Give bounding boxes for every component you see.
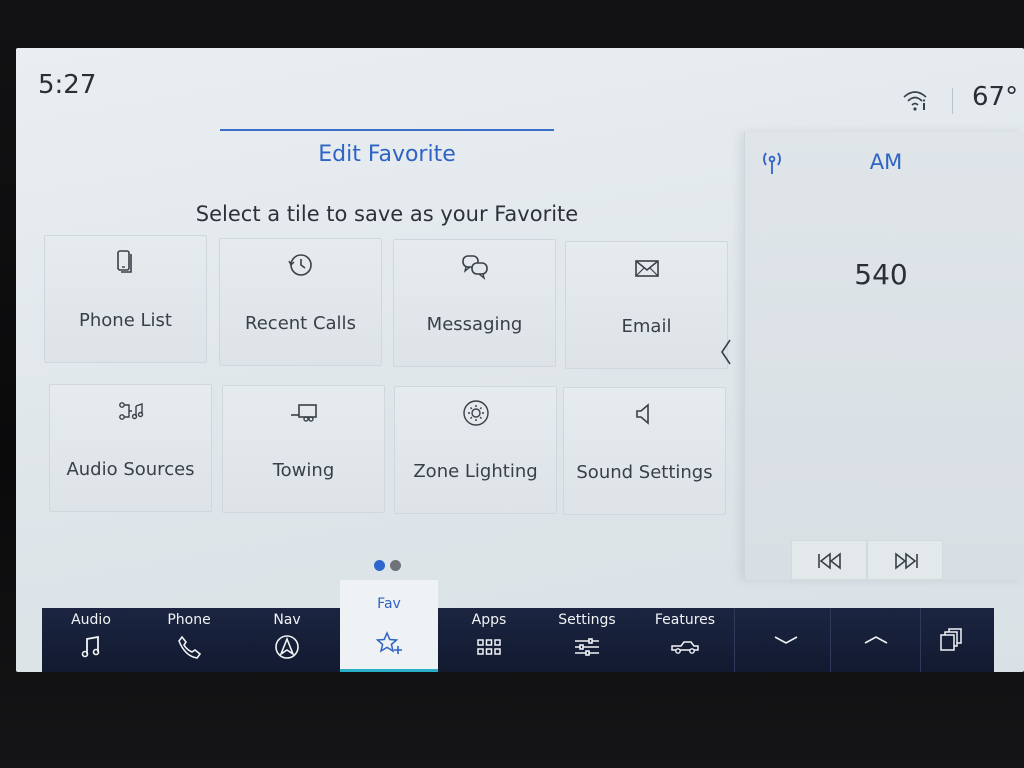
page-indicator: [374, 560, 414, 572]
nav-phone[interactable]: Phone: [140, 608, 238, 672]
wifi-icon: [903, 91, 927, 111]
page-dot[interactable]: [390, 560, 401, 571]
nav-label: Nav: [273, 612, 301, 628]
phone-list-icon: [116, 250, 132, 273]
tile-label: Email: [621, 316, 672, 337]
status-divider: [952, 88, 953, 114]
tile-sound-settings[interactable]: Sound Settings: [563, 387, 726, 515]
tile-audio-sources[interactable]: Audio Sources: [49, 384, 212, 512]
nav-label: Settings: [558, 612, 616, 628]
nav-features[interactable]: Features: [636, 608, 734, 672]
skip-forward-icon: [895, 552, 918, 570]
tile-label: Zone Lighting: [413, 461, 538, 482]
truck-icon: [671, 641, 699, 654]
tile-label: Phone List: [79, 310, 172, 331]
messaging-icon: [461, 255, 488, 280]
tile-label: Recent Calls: [245, 313, 356, 334]
seek-back-button[interactable]: [791, 540, 867, 580]
nav-divider: [734, 608, 735, 672]
tile-label: Audio Sources: [66, 459, 195, 480]
towing-icon: [290, 404, 317, 422]
tile-messaging[interactable]: Messaging: [393, 239, 556, 367]
chevron-left-icon[interactable]: [717, 336, 735, 368]
settings-sliders-icon: [575, 638, 599, 656]
tile-email[interactable]: Email: [565, 241, 728, 369]
cards-view-button[interactable]: [906, 608, 994, 672]
page-instruction: Select a tile to save as your Favorite: [195, 202, 579, 226]
tile-zone-lighting[interactable]: Zone Lighting: [394, 386, 557, 514]
nav-label: Audio: [71, 612, 111, 628]
nav-label: Apps: [471, 612, 507, 628]
nav-audio[interactable]: Audio: [42, 608, 140, 672]
outside-temperature: 67°: [972, 82, 1019, 112]
nav-favorites[interactable]: Fav: [340, 580, 438, 672]
sound-settings-icon: [635, 403, 649, 425]
status-clock: 5:27: [38, 70, 97, 100]
phone-icon: [178, 635, 202, 659]
favorite-star-icon: [375, 631, 402, 654]
tile-recent-calls[interactable]: Recent Calls: [219, 238, 382, 366]
antenna-icon: [763, 152, 781, 174]
tile-label: Messaging: [426, 314, 523, 335]
infotainment-screen: 5:27 67° Edit Favorite Select a tile to …: [16, 48, 1024, 672]
tile-towing[interactable]: Towing: [222, 385, 385, 513]
panel-collapse-button[interactable]: [742, 608, 830, 672]
nav-label: Fav: [377, 596, 401, 612]
radio-band: AM: [869, 150, 903, 174]
bottom-nav-bar: Audio Phone Nav Fav Apps Settings Featur…: [42, 580, 994, 672]
page-dot-active: [374, 560, 385, 571]
music-note-icon: [81, 635, 100, 658]
navigation-icon: [275, 635, 299, 659]
audio-sources-icon: [118, 402, 143, 420]
nav-divider: [830, 608, 831, 672]
zone-lighting-icon: [462, 400, 489, 426]
radio-frequency: 540: [854, 258, 908, 291]
tile-label: Towing: [272, 460, 335, 481]
nav-label: Features: [654, 612, 716, 628]
cards-stack-icon: [940, 628, 962, 651]
chevron-up-icon: [864, 636, 888, 644]
page-title: Edit Favorite: [318, 142, 456, 167]
title-underline: [220, 129, 554, 131]
radio-panel[interactable]: AM 540: [744, 132, 1024, 580]
chevron-down-icon: [774, 636, 798, 644]
apps-grid-icon: [477, 639, 501, 655]
recent-calls-icon: [287, 254, 312, 276]
nav-label: Phone: [167, 612, 211, 628]
tile-label: Sound Settings: [576, 462, 713, 483]
tile-phone-list[interactable]: Phone List: [44, 235, 207, 363]
email-icon: [634, 260, 659, 277]
nav-navigation[interactable]: Nav: [238, 608, 336, 672]
skip-back-icon: [818, 552, 841, 570]
seek-forward-button[interactable]: [867, 540, 943, 580]
nav-apps[interactable]: Apps: [440, 608, 538, 672]
nav-settings[interactable]: Settings: [538, 608, 636, 672]
